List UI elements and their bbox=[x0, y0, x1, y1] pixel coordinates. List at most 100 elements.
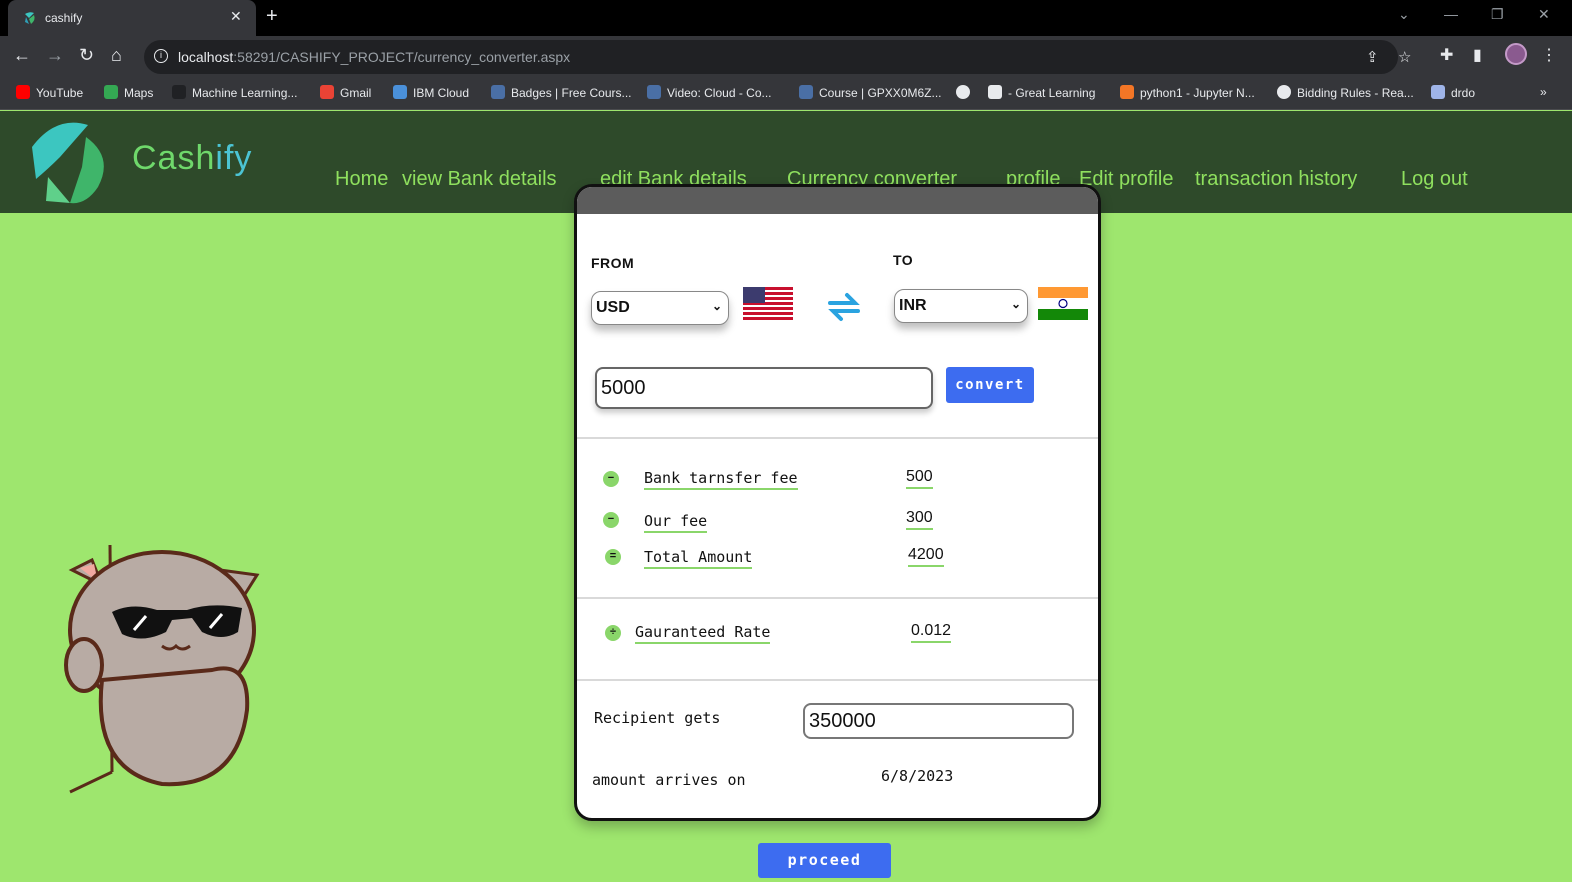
bookmark-item[interactable]: Gmail bbox=[320, 85, 371, 100]
bookmark-item[interactable]: Machine Learning... bbox=[172, 85, 297, 100]
to-label: TO bbox=[893, 252, 914, 268]
extensions-icon[interactable]: ✚ bbox=[1440, 45, 1453, 65]
recipient-gets-label: Recipient gets bbox=[594, 709, 721, 727]
guaranteed-rate-value: 0.012 bbox=[911, 622, 952, 643]
cashify-logo-icon bbox=[32, 122, 104, 204]
our-fee-value: 300 bbox=[906, 509, 933, 530]
arrives-on-label: amount arrives on bbox=[592, 771, 746, 789]
guaranteed-rate-label: Gauranteed Rate bbox=[635, 623, 771, 644]
bookmark-favicon-icon bbox=[956, 85, 970, 99]
bookmark-label: Gmail bbox=[340, 86, 372, 100]
bookmark-star-icon[interactable]: ☆ bbox=[1398, 48, 1411, 66]
divider bbox=[577, 437, 1098, 439]
bookmark-favicon-icon bbox=[491, 85, 505, 99]
total-amount-label: Total Amount bbox=[644, 548, 753, 569]
amount-input[interactable]: 5000 bbox=[595, 367, 933, 409]
bookmark-favicon-icon bbox=[104, 85, 118, 99]
total-amount-value: 4200 bbox=[908, 546, 944, 567]
bookmark-favicon-icon bbox=[1277, 85, 1291, 99]
home-icon[interactable]: ⌂ bbox=[111, 45, 122, 65]
bookmark-item[interactable]: IBM Cloud bbox=[393, 85, 469, 100]
recipient-amount-field[interactable]: 350000 bbox=[803, 703, 1074, 739]
bookmark-item[interactable]: - Great Learning bbox=[988, 85, 1095, 100]
bookmark-item[interactable]: drdo bbox=[1431, 85, 1475, 100]
side-panel-icon[interactable]: ▮ bbox=[1473, 45, 1482, 65]
bookmark-label: Video: Cloud - Co... bbox=[667, 86, 772, 100]
browser-tabbar: cashify ✕ + ⌄ — ❐ ✕ bbox=[0, 0, 1572, 36]
bookmark-label: Maps bbox=[124, 86, 154, 100]
menu-dots-icon[interactable]: ⋮ bbox=[1541, 45, 1557, 65]
bookmark-favicon-icon bbox=[799, 85, 813, 99]
bookmark-item[interactable]: Maps bbox=[104, 85, 153, 100]
bookmark-label: Badges | Free Cours... bbox=[511, 86, 632, 100]
bookmark-favicon-icon bbox=[1120, 85, 1134, 99]
minus-icon: − bbox=[603, 471, 619, 487]
more-bookmarks-icon[interactable]: » bbox=[1540, 85, 1547, 99]
chevron-down-icon: ⌄ bbox=[711, 299, 722, 313]
browser-toolbar: ← → ↻ ⌂ i localhost:58291/CASHIFY_PROJEC… bbox=[0, 36, 1572, 76]
bookmark-favicon-icon bbox=[988, 85, 1002, 99]
brand-name: Cashify bbox=[132, 139, 253, 177]
from-currency-select[interactable]: USD ⌄ bbox=[591, 291, 729, 325]
minimize-icon[interactable]: — bbox=[1444, 6, 1458, 22]
tab-title: cashify bbox=[45, 11, 83, 25]
bookmark-label: drdo bbox=[1451, 86, 1476, 100]
india-flag-icon bbox=[1038, 287, 1088, 320]
bookmark-item[interactable]: python1 - Jupyter N... bbox=[1120, 85, 1255, 100]
us-flag-icon bbox=[743, 287, 793, 320]
equals-icon: = bbox=[605, 549, 621, 565]
bookmark-item[interactable]: Badges | Free Cours... bbox=[491, 85, 632, 100]
share-icon[interactable]: ⇪ bbox=[1366, 48, 1379, 66]
converter-card: FROM TO USD ⌄ INR ⌄ 5000 convert − Bank ta… bbox=[574, 184, 1101, 821]
bank-transfer-fee-value: 500 bbox=[906, 468, 933, 489]
bookmark-label: - Great Learning bbox=[1008, 86, 1096, 100]
nav-view-bank-details[interactable]: view Bank details bbox=[402, 168, 557, 191]
from-label: FROM bbox=[591, 255, 635, 271]
tab-close-icon[interactable]: ✕ bbox=[230, 8, 242, 25]
cat-with-sunglasses-mascot bbox=[64, 544, 260, 794]
proceed-button[interactable]: proceed bbox=[758, 843, 891, 878]
forward-icon[interactable]: → bbox=[46, 45, 64, 65]
bookmark-favicon-icon bbox=[16, 85, 30, 99]
bookmark-label: YouTube bbox=[36, 86, 84, 100]
card-top-bar bbox=[577, 187, 1098, 214]
bookmark-item[interactable]: YouTube bbox=[16, 85, 83, 100]
bookmark-item[interactable]: Video: Cloud - Co... bbox=[647, 85, 772, 100]
divide-icon: ÷ bbox=[605, 625, 621, 641]
nav-transaction-history[interactable]: transaction history bbox=[1195, 168, 1357, 191]
window-close-icon[interactable]: ✕ bbox=[1538, 6, 1550, 23]
bookmark-favicon-icon bbox=[172, 85, 186, 99]
bookmark-favicon-icon bbox=[393, 85, 407, 99]
to-currency-select[interactable]: INR ⌄ bbox=[894, 289, 1028, 323]
bookmark-item[interactable]: Bidding Rules - Rea... bbox=[1277, 85, 1414, 100]
tab-search-icon[interactable]: ⌄ bbox=[1398, 6, 1410, 23]
bookmark-label: Bidding Rules - Rea... bbox=[1297, 86, 1414, 100]
address-bar[interactable]: i localhost:58291/CASHIFY_PROJECT/curren… bbox=[144, 40, 1411, 74]
swap-arrows-icon[interactable] bbox=[827, 291, 861, 323]
back-icon[interactable]: ← bbox=[13, 45, 31, 65]
site-info-icon[interactable]: i bbox=[154, 49, 168, 63]
our-fee-label: Our fee bbox=[644, 512, 708, 533]
convert-button[interactable]: convert bbox=[946, 367, 1034, 403]
nav-home[interactable]: Home bbox=[335, 168, 388, 191]
bookmark-label: IBM Cloud bbox=[413, 86, 470, 100]
new-tab-icon[interactable]: + bbox=[266, 5, 278, 28]
arrival-date: 6/8/2023 bbox=[881, 767, 954, 785]
bookmark-label: Course | GPXX0M6Z... bbox=[819, 86, 942, 100]
bookmark-item[interactable] bbox=[956, 85, 976, 100]
bookmark-favicon-icon bbox=[647, 85, 661, 99]
bookmark-label: Machine Learning... bbox=[192, 86, 298, 100]
divider bbox=[577, 597, 1098, 599]
minus-icon: − bbox=[603, 512, 619, 528]
chevron-down-icon: ⌄ bbox=[1010, 297, 1021, 311]
bank-transfer-fee-label: Bank tarnsfer fee bbox=[644, 469, 798, 490]
restore-icon[interactable]: ❐ bbox=[1491, 6, 1504, 23]
nav-log-out[interactable]: Log out bbox=[1401, 168, 1468, 191]
url-text[interactable]: localhost:58291/CASHIFY_PROJECT/currency… bbox=[178, 49, 570, 65]
bookmark-favicon-icon bbox=[320, 85, 334, 99]
bookmark-item[interactable]: Course | GPXX0M6Z... bbox=[799, 85, 942, 100]
profile-avatar[interactable] bbox=[1505, 43, 1527, 65]
divider bbox=[577, 679, 1098, 681]
reload-icon[interactable]: ↻ bbox=[79, 45, 94, 65]
browser-tab[interactable]: cashify ✕ bbox=[8, 0, 256, 36]
